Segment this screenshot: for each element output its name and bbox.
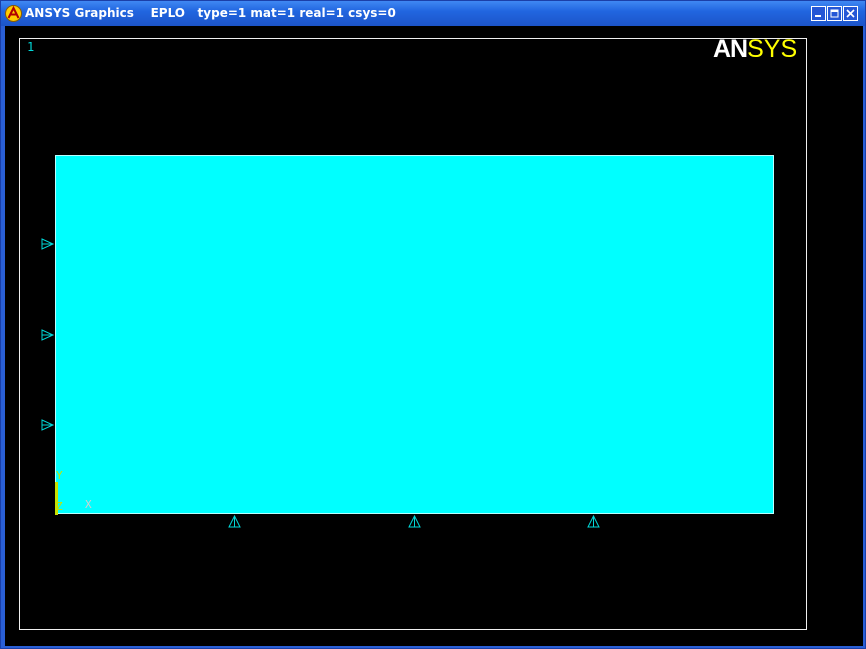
app-title: ANSYS Graphics (25, 6, 134, 20)
constraint-ux-icon (41, 238, 55, 250)
constraint-uy-icon (587, 515, 600, 528)
window-number: 1 (27, 40, 35, 54)
constraint-uy-icon (408, 515, 421, 528)
ansys-logo: ANSYS (713, 35, 797, 64)
constraint-uy-icon (228, 515, 241, 528)
ansys-app-icon[interactable] (5, 5, 22, 22)
element-plot-area[interactable] (55, 155, 774, 514)
close-icon (846, 9, 855, 18)
minimize-icon (815, 15, 821, 17)
logo-part-an: AN (713, 35, 748, 63)
close-button[interactable] (843, 6, 858, 21)
constraint-ux-icon (41, 419, 55, 431)
triad-z-label: Z (56, 500, 63, 513)
triad-y-label: Y (56, 469, 63, 482)
constraint-ux-icon (41, 329, 55, 341)
minimize-button[interactable] (811, 6, 826, 21)
ansys-graphics-window: ANSYS Graphics EPLO type=1 mat=1 real=1 … (0, 0, 866, 649)
graphics-canvas[interactable]: 1 ANSYS Y Z X (5, 26, 863, 646)
maximize-button[interactable] (827, 6, 842, 21)
window-title: ANSYS Graphics EPLO type=1 mat=1 real=1 … (25, 1, 396, 26)
logo-part-sys: SYS (747, 35, 798, 63)
title-bar[interactable]: ANSYS Graphics EPLO type=1 mat=1 real=1 … (1, 1, 865, 26)
triad-x-label: X (85, 498, 92, 511)
maximize-icon (830, 9, 839, 18)
element-attributes: type=1 mat=1 real=1 csys=0 (197, 6, 396, 20)
plot-command: EPLO (150, 6, 185, 20)
